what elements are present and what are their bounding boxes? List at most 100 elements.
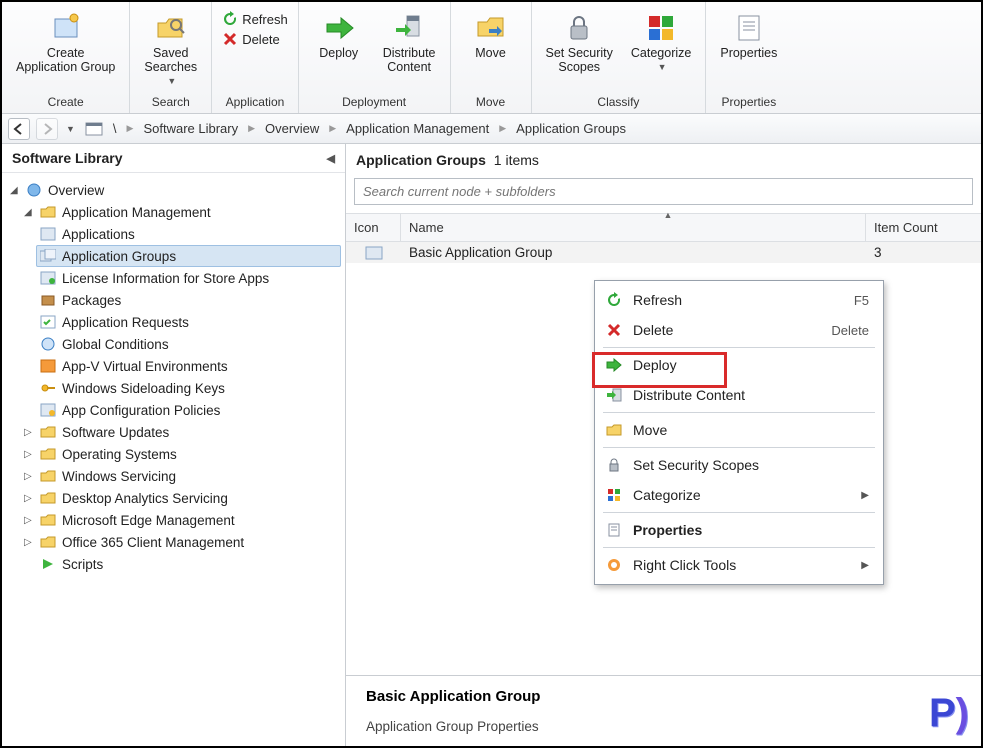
home-icon[interactable] bbox=[85, 122, 103, 136]
tree-node-o365[interactable]: ▷Office 365 Client Management bbox=[20, 531, 341, 553]
column-header-item-count[interactable]: Item Count bbox=[866, 214, 981, 241]
ribbon-group-label: Application bbox=[220, 91, 290, 113]
sidebar-title-label: Software Library bbox=[12, 150, 122, 166]
tree-node-edge-mgmt[interactable]: ▷Microsoft Edge Management bbox=[20, 509, 341, 531]
ctx-deploy[interactable]: Deploy bbox=[595, 350, 883, 380]
tree-node-scripts[interactable]: Scripts bbox=[20, 553, 341, 575]
checklist-icon bbox=[40, 314, 56, 330]
ctx-label: Delete bbox=[633, 322, 673, 338]
properties-icon bbox=[605, 521, 623, 539]
breadcrumb-item[interactable]: Overview bbox=[265, 121, 319, 136]
breadcrumb: \ ▶ Software Library ▶ Overview ▶ Applic… bbox=[113, 121, 626, 136]
tree-label: Office 365 Client Management bbox=[62, 535, 244, 550]
ctx-move[interactable]: Move bbox=[595, 415, 883, 445]
tree-node-operating-systems[interactable]: ▷ Operating Systems bbox=[20, 443, 341, 465]
set-security-scopes-button[interactable]: Set Security Scopes bbox=[540, 10, 619, 76]
submenu-arrow-icon: ▶ bbox=[861, 490, 869, 501]
move-button[interactable]: Move bbox=[459, 10, 523, 62]
tree-node-appv[interactable]: App-V Virtual Environments bbox=[36, 355, 341, 377]
ctx-separator bbox=[603, 547, 875, 548]
saved-searches-button[interactable]: Saved Searches ▼ bbox=[138, 10, 203, 88]
delete-button[interactable]: Delete bbox=[220, 30, 282, 48]
ctx-shortcut: Delete bbox=[831, 323, 869, 338]
dropdown-arrow-icon: ▼ bbox=[167, 76, 176, 86]
properties-label: Properties bbox=[720, 46, 777, 60]
tree-label: Operating Systems bbox=[62, 447, 177, 462]
ribbon-group-label: Create bbox=[10, 91, 121, 113]
categorize-icon bbox=[605, 486, 623, 504]
ctx-right-click-tools[interactable]: Right Click Tools ▶ bbox=[595, 550, 883, 580]
grid-header: Icon Name Item Count ▲ bbox=[346, 213, 981, 242]
folder-search-icon bbox=[155, 12, 187, 44]
tree-node-software-updates[interactable]: ▷Software Updates bbox=[20, 421, 341, 443]
categorize-button[interactable]: Categorize ▼ bbox=[625, 10, 697, 74]
ctx-label: Set Security Scopes bbox=[633, 457, 759, 473]
tree-node-windows-servicing[interactable]: ▷Windows Servicing bbox=[20, 465, 341, 487]
distribute-content-button[interactable]: Distribute Content bbox=[377, 10, 442, 76]
tree-node-global-conditions[interactable]: Global Conditions bbox=[36, 333, 341, 355]
deploy-button[interactable]: Deploy bbox=[307, 10, 371, 62]
column-header-icon[interactable]: Icon bbox=[346, 214, 401, 241]
ctx-distribute-content[interactable]: Distribute Content bbox=[595, 380, 883, 410]
application-icon bbox=[40, 226, 56, 242]
ctx-label: Move bbox=[633, 422, 667, 438]
license-icon bbox=[40, 270, 56, 286]
tree-node-app-management[interactable]: ◢Application Management bbox=[20, 201, 341, 223]
ribbon: Create Application Group Create Saved Se… bbox=[2, 2, 981, 114]
breadcrumb-item[interactable]: Application Management bbox=[346, 121, 489, 136]
tree-node-desktop-analytics[interactable]: ▷Desktop Analytics Servicing bbox=[20, 487, 341, 509]
history-dropdown-icon[interactable]: ▼ bbox=[66, 124, 75, 134]
folder-icon bbox=[40, 446, 56, 462]
tree-label: Desktop Analytics Servicing bbox=[62, 491, 228, 506]
search-input[interactable] bbox=[354, 178, 973, 205]
breadcrumb-item[interactable]: Application Groups bbox=[516, 121, 626, 136]
back-button[interactable] bbox=[8, 118, 30, 140]
caret-right-icon: ▷ bbox=[24, 449, 34, 460]
column-header-name[interactable]: Name bbox=[401, 214, 866, 241]
row-count: 3 bbox=[866, 245, 981, 260]
chevron-right-icon: ▶ bbox=[248, 123, 255, 134]
tree-node-license-info[interactable]: License Information for Store Apps bbox=[36, 267, 341, 289]
ctx-separator bbox=[603, 347, 875, 348]
ribbon-group-deployment: Deploy Distribute Content Deployment bbox=[299, 2, 451, 113]
ctx-label: Deploy bbox=[633, 357, 677, 373]
tree-node-applications[interactable]: Applications bbox=[36, 223, 341, 245]
config-icon bbox=[40, 402, 56, 418]
lock-icon bbox=[563, 12, 595, 44]
breadcrumb-root[interactable]: \ bbox=[113, 121, 117, 136]
tree-label: Microsoft Edge Management bbox=[62, 513, 235, 528]
tree-label: Windows Sideloading Keys bbox=[62, 381, 225, 396]
tree-node-app-config[interactable]: App Configuration Policies bbox=[36, 399, 341, 421]
context-menu: Refresh F5 Delete Delete Deploy Distribu… bbox=[594, 280, 884, 585]
tree-node-sideloading[interactable]: Windows Sideloading Keys bbox=[36, 377, 341, 399]
ribbon-group-label: Search bbox=[138, 91, 203, 113]
tree-node-packages[interactable]: Packages bbox=[36, 289, 341, 311]
refresh-icon bbox=[605, 291, 623, 309]
ctx-properties[interactable]: Properties bbox=[595, 515, 883, 545]
tree-node-app-requests[interactable]: Application Requests bbox=[36, 311, 341, 333]
ctx-set-security-scopes[interactable]: Set Security Scopes bbox=[595, 450, 883, 480]
ctx-shortcut: F5 bbox=[854, 293, 869, 308]
tree-label: App Configuration Policies bbox=[62, 403, 220, 418]
forward-button[interactable] bbox=[36, 118, 58, 140]
dropdown-arrow-icon: ▼ bbox=[658, 62, 667, 72]
table-row[interactable]: Basic Application Group 3 bbox=[346, 242, 981, 263]
tree-node-application-groups[interactable]: Application Groups bbox=[36, 245, 341, 267]
globe-icon bbox=[40, 336, 56, 352]
refresh-label: Refresh bbox=[242, 12, 288, 27]
row-icon bbox=[346, 246, 401, 260]
refresh-button[interactable]: Refresh bbox=[220, 10, 290, 28]
ctx-delete[interactable]: Delete Delete bbox=[595, 315, 883, 345]
create-app-group-icon bbox=[50, 12, 82, 44]
folder-icon bbox=[40, 204, 56, 220]
properties-button[interactable]: Properties bbox=[714, 10, 783, 62]
chevron-right-icon: ▶ bbox=[127, 123, 134, 134]
ctx-categorize[interactable]: Categorize ▶ bbox=[595, 480, 883, 510]
collapse-sidebar-icon[interactable]: ◀ bbox=[327, 152, 335, 165]
breadcrumb-item[interactable]: Software Library bbox=[143, 121, 238, 136]
tree-label: Overview bbox=[48, 183, 104, 198]
create-application-group-button[interactable]: Create Application Group bbox=[10, 10, 121, 76]
ctx-refresh[interactable]: Refresh F5 bbox=[595, 285, 883, 315]
folder-icon bbox=[40, 490, 56, 506]
tree-node-overview[interactable]: ◢Overview bbox=[6, 179, 341, 201]
